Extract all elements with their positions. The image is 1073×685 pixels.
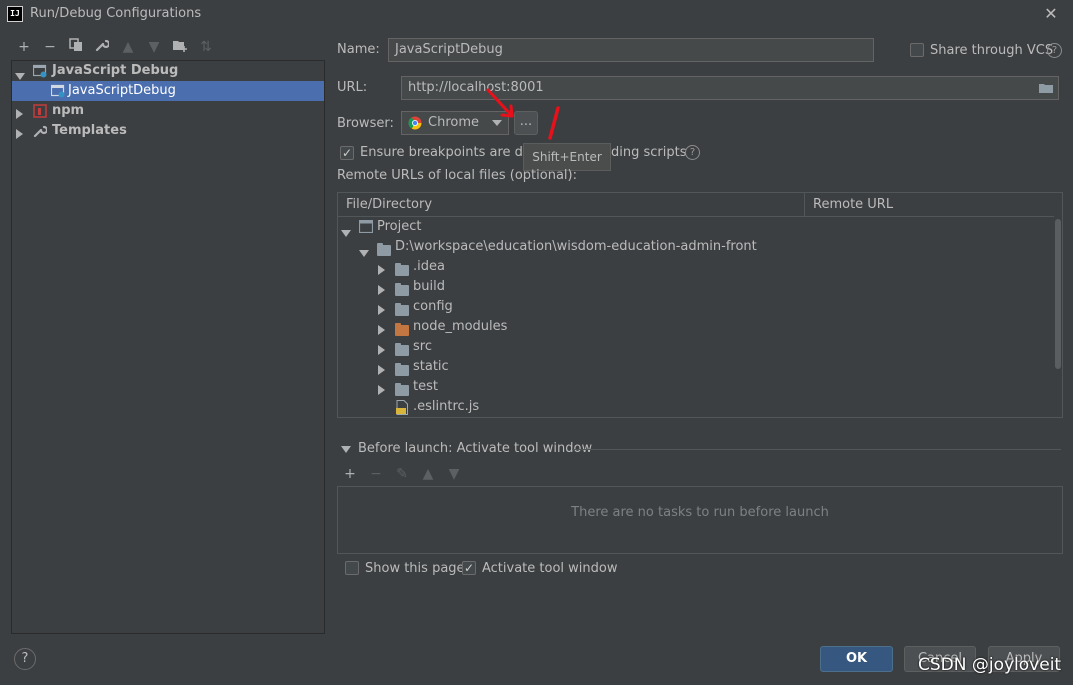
remote-urls-label: Remote URLs of local files (optional): <box>337 168 577 183</box>
chrome-icon <box>408 116 422 134</box>
url-label: URL: <box>337 80 368 95</box>
row-label: Project <box>377 219 422 234</box>
ensure-breakpoints-checkbox[interactable] <box>340 146 354 160</box>
expand-icon[interactable] <box>378 265 385 275</box>
folder-icon <box>395 303 409 316</box>
tree-item-javascript-debug[interactable]: JavaScript Debug <box>12 61 324 81</box>
expand-icon[interactable] <box>378 325 385 335</box>
annotation-arrow-icon <box>486 88 560 140</box>
row-label: node_modules <box>413 319 508 334</box>
move-down-icon[interactable]: ▼ <box>445 465 463 483</box>
name-label: Name: <box>337 42 380 57</box>
close-icon[interactable]: ✕ <box>1040 3 1062 25</box>
expand-icon[interactable] <box>378 385 385 395</box>
folder-icon <box>377 243 391 256</box>
help-icon[interactable]: ? <box>1047 43 1062 58</box>
expand-icon[interactable] <box>378 305 385 315</box>
tree-item-templates[interactable]: Templates <box>12 121 324 141</box>
row-label: .idea <box>413 259 445 274</box>
row-label: .eslintrc.js <box>413 399 480 414</box>
move-up-icon[interactable]: ▲ <box>419 465 437 483</box>
add-icon[interactable]: + <box>341 465 359 483</box>
folder-icon <box>395 363 409 376</box>
row-label: config <box>413 299 453 314</box>
add-icon[interactable]: + <box>15 38 33 56</box>
edit-icon[interactable]: ✎ <box>393 465 411 483</box>
folder-icon <box>395 283 409 296</box>
shortcut-tooltip: Shift+Enter <box>523 143 611 171</box>
remove-icon[interactable]: − <box>41 38 59 56</box>
expand-icon[interactable] <box>341 230 351 237</box>
tree-item-label: Templates <box>52 123 127 138</box>
row-label: static <box>413 359 449 374</box>
folder-icon <box>395 343 409 356</box>
tree-item-label: JavaScriptDebug <box>68 83 176 98</box>
tree-item-label: JavaScript Debug <box>52 63 179 78</box>
project-icon <box>358 219 374 240</box>
wrench-icon[interactable] <box>93 38 111 56</box>
expand-icon[interactable] <box>378 345 385 355</box>
window-title: Run/Debug Configurations <box>30 6 202 21</box>
move-down-icon[interactable]: ▼ <box>145 38 163 56</box>
collapse-icon[interactable] <box>341 446 351 453</box>
wrench-icon <box>33 124 49 145</box>
sort-icon[interactable]: ⇅ <box>197 38 215 56</box>
move-up-icon[interactable]: ▲ <box>119 38 137 56</box>
share-vcs-label: Share through VCS <box>930 43 1054 58</box>
table-header: File/Directory Remote URL <box>338 193 1054 217</box>
app-icon: IJ <box>7 6 23 22</box>
tree-item-npm[interactable]: npm <box>12 101 324 121</box>
row-label: D:\workspace\education\wisdom-education-… <box>395 239 757 254</box>
configuration-tree: JavaScript Debug JavaScriptDebug npm Tem… <box>11 60 325 634</box>
copy-icon[interactable] <box>67 38 85 56</box>
help-icon[interactable]: ? <box>685 145 700 160</box>
remote-urls-table: File/Directory Remote URL Project D:\wor… <box>337 192 1063 418</box>
ok-button[interactable]: OK <box>820 646 893 672</box>
before-launch-title[interactable]: Before launch: Activate tool window <box>358 441 592 456</box>
row-label: build <box>413 279 445 294</box>
row-label: src <box>413 339 432 354</box>
expand-icon[interactable] <box>15 73 25 80</box>
expand-icon[interactable] <box>16 109 23 119</box>
js-file-icon <box>395 400 409 417</box>
expand-icon[interactable] <box>378 365 385 375</box>
empty-task-text: There are no tasks to run before launch <box>571 505 829 520</box>
column-header-file-directory[interactable]: File/Directory <box>346 193 432 217</box>
name-field[interactable]: JavaScriptDebug <box>388 38 874 62</box>
column-header-remote-url[interactable]: Remote URL <box>813 193 893 217</box>
folder-icon <box>395 383 409 396</box>
scrollbar-thumb[interactable] <box>1055 219 1061 369</box>
browser-label: Browser: <box>337 116 394 131</box>
section-divider <box>572 449 1061 450</box>
folder-icon <box>395 263 409 276</box>
ensure-breakpoints-label: Ensure breakpoints are dete <box>360 145 545 160</box>
remove-icon[interactable]: − <box>367 465 385 483</box>
row-label: test <box>413 379 438 394</box>
activate-tool-window-checkbox[interactable] <box>462 561 476 575</box>
show-page-checkbox[interactable] <box>345 561 359 575</box>
expand-icon[interactable] <box>359 250 369 257</box>
watermark: CSDN @joyloveit <box>918 655 1062 675</box>
folder-browse-icon[interactable] <box>1038 82 1054 98</box>
ensure-breakpoints-label-tail: ding scripts <box>611 145 687 160</box>
help-icon[interactable]: ? <box>14 648 36 670</box>
expand-icon[interactable] <box>16 129 23 139</box>
column-divider[interactable] <box>804 193 805 217</box>
expand-icon[interactable] <box>378 285 385 295</box>
share-vcs-checkbox[interactable] <box>910 43 924 57</box>
show-page-label: Show this page <box>365 561 465 576</box>
excluded-folder-icon <box>395 323 409 336</box>
tree-item-javascriptdebug[interactable]: JavaScriptDebug <box>12 81 324 101</box>
tree-item-label: npm <box>52 103 85 118</box>
new-folder-icon[interactable] <box>171 38 189 56</box>
before-launch-task-list: There are no tasks to run before launch <box>337 486 1063 554</box>
activate-tool-window-label: Activate tool window <box>482 561 618 576</box>
